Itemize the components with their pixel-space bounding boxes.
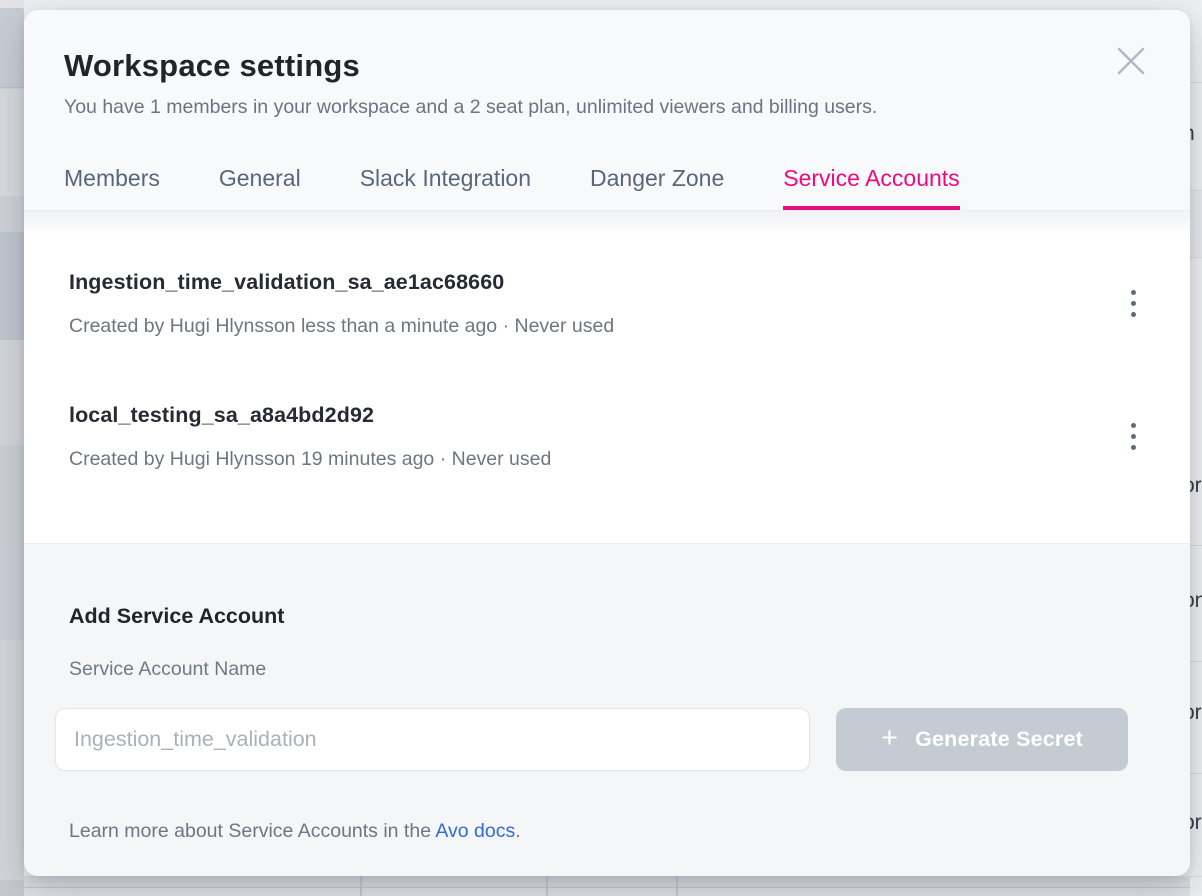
kebab-icon <box>1131 423 1136 428</box>
background-text-fragment: or <box>1190 811 1202 835</box>
background-table-line <box>1190 257 1202 258</box>
tab-service-accounts[interactable]: Service Accounts <box>783 163 959 210</box>
workspace-settings-modal: Workspace settings You have 1 members in… <box>24 10 1190 876</box>
section-heading: Add Service Account <box>55 602 1152 630</box>
plus-icon: + <box>881 724 898 753</box>
background-row-band <box>24 888 1190 896</box>
background-text-fragment: h <box>1190 122 1195 146</box>
background-row-band <box>0 0 24 8</box>
background-column-divider <box>546 876 548 896</box>
settings-tab-bar: Members General Slack Integration Danger… <box>39 163 1144 210</box>
background-page-bottom-edge <box>24 876 1190 896</box>
kebab-icon <box>1131 290 1136 295</box>
tab-members[interactable]: Members <box>64 163 160 210</box>
background-table-line <box>1190 545 1202 546</box>
background-table-line <box>1190 876 1202 877</box>
header-scroll-shadow <box>24 211 1190 237</box>
kebab-icon <box>1131 445 1136 450</box>
generate-secret-label: Generate Secret <box>915 727 1083 752</box>
close-icon <box>1116 46 1146 76</box>
background-row-band <box>0 196 24 232</box>
service-account-name-label: Service Account Name <box>55 656 1152 682</box>
kebab-icon <box>1131 434 1136 439</box>
background-table-line <box>1190 82 1202 83</box>
page-title: Workspace settings <box>39 48 1144 84</box>
background-row-band <box>0 232 24 340</box>
service-account-name-input[interactable] <box>55 708 810 771</box>
service-account-info: local_testing_sa_a8a4bd2d92 Created by H… <box>69 401 551 472</box>
background-row-band <box>0 340 24 445</box>
learn-more-text: Learn more about Service Accounts in the… <box>55 818 1152 844</box>
row-actions-menu-button[interactable] <box>1122 415 1144 459</box>
avo-docs-link[interactable]: Avo docs <box>435 820 515 842</box>
service-account-row: local_testing_sa_a8a4bd2d92 Created by H… <box>69 401 1146 472</box>
background-page-right-edge: h or on or or <box>1190 0 1202 896</box>
service-account-list: Ingestion_time_validation_sa_ae1ac68660 … <box>24 237 1190 534</box>
learn-more-suffix: . <box>515 820 520 842</box>
service-account-name: local_testing_sa_a8a4bd2d92 <box>69 401 551 429</box>
service-account-meta: Created by Hugi Hlynsson 19 minutes ago … <box>69 446 551 472</box>
background-text-fragment: or <box>1190 701 1202 725</box>
kebab-icon <box>1131 312 1136 317</box>
service-account-name: Ingestion_time_validation_sa_ae1ac68660 <box>69 268 614 296</box>
tab-danger-zone[interactable]: Danger Zone <box>590 163 724 210</box>
modal-header: Workspace settings You have 1 members in… <box>24 10 1190 211</box>
background-table-band <box>1190 190 1202 257</box>
background-row-band <box>0 89 24 196</box>
background-text-fragment: or <box>1190 474 1202 498</box>
close-button[interactable] <box>1116 46 1146 76</box>
background-row-band <box>0 8 24 88</box>
service-account-row: Ingestion_time_validation_sa_ae1ac68660 … <box>69 268 1146 339</box>
background-column-divider <box>676 876 678 896</box>
background-text-fragment: on <box>1190 589 1202 613</box>
background-table-line <box>1190 190 1202 191</box>
background-page-left-edge <box>0 0 24 896</box>
kebab-icon <box>1131 301 1136 306</box>
add-service-account-section: Add Service Account Service Account Name… <box>24 543 1190 876</box>
background-row-band <box>0 880 24 896</box>
generate-secret-button[interactable]: + Generate Secret <box>836 708 1128 771</box>
service-account-info: Ingestion_time_validation_sa_ae1ac68660 … <box>69 268 614 339</box>
tab-general[interactable]: General <box>219 163 301 210</box>
learn-more-prefix: Learn more about Service Accounts in the <box>69 820 435 842</box>
tab-slack-integration[interactable]: Slack Integration <box>360 163 531 210</box>
add-service-account-form: + Generate Secret <box>55 708 1152 771</box>
background-row-band <box>0 640 24 880</box>
service-account-meta: Created by Hugi Hlynsson less than a min… <box>69 313 614 339</box>
background-table-line <box>1190 661 1202 662</box>
background-column-divider <box>360 876 362 896</box>
background-row-band <box>0 445 24 640</box>
workspace-summary-text: You have 1 members in your workspace and… <box>39 94 1144 120</box>
background-table-line <box>1190 773 1202 774</box>
row-actions-menu-button[interactable] <box>1122 282 1144 326</box>
